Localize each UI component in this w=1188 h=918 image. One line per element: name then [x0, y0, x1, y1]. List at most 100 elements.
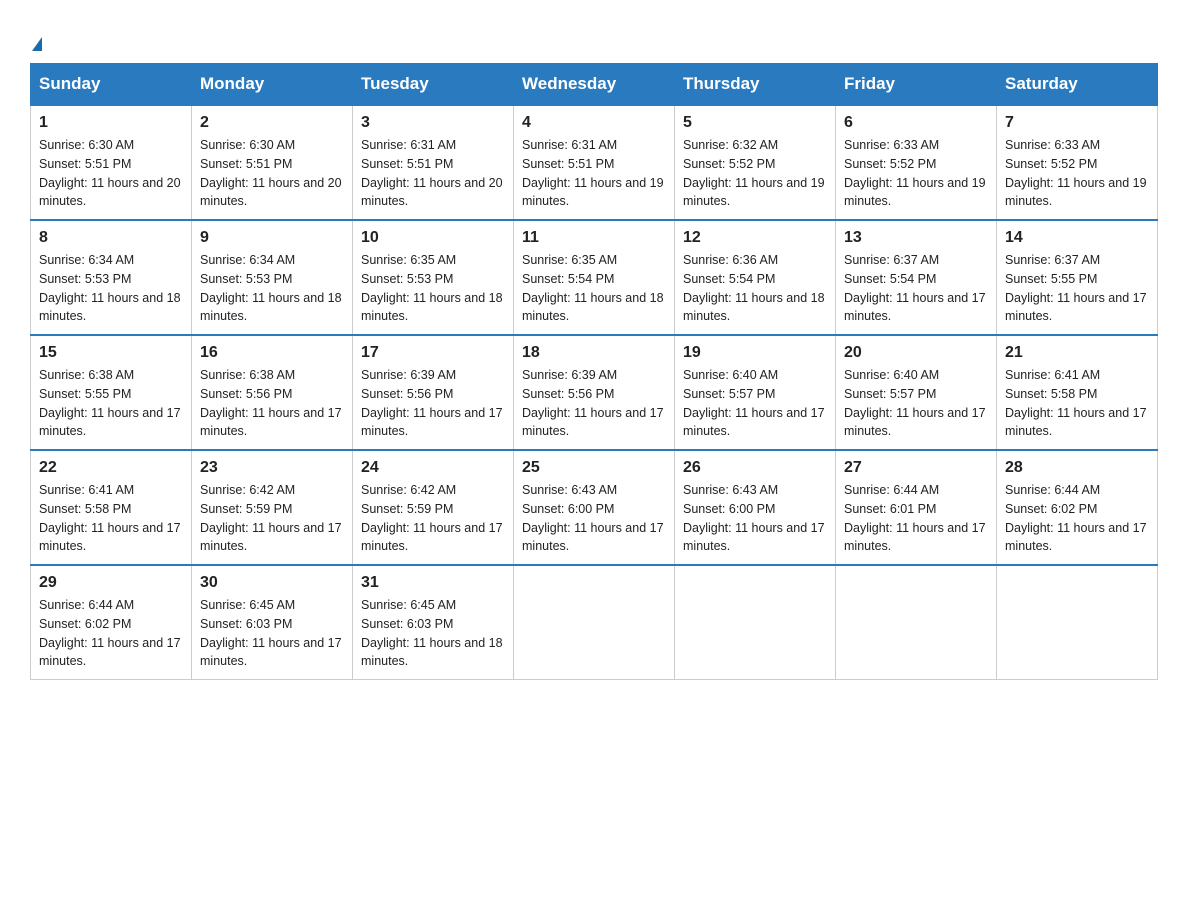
calendar-day-cell: 22 Sunrise: 6:41 AMSunset: 5:58 PMDayligh…	[31, 450, 192, 565]
day-sun-info: Sunrise: 6:31 AMSunset: 5:51 PMDaylight:…	[522, 136, 666, 211]
weekday-header-saturday: Saturday	[997, 64, 1158, 106]
calendar-day-cell: 25 Sunrise: 6:43 AMSunset: 6:00 PMDayligh…	[514, 450, 675, 565]
page-header	[30, 20, 1158, 53]
calendar-day-cell: 29Sunrise: 6:44 AMSunset: 6:02 PMDayligh…	[31, 565, 192, 680]
day-sun-info: Sunrise: 6:38 AMSunset: 5:55 PMDaylight:…	[39, 366, 183, 441]
day-number: 25	[522, 459, 666, 477]
day-number: 19	[683, 344, 827, 362]
day-sun-info: Sunrise: 6:35 AMSunset: 5:53 PMDaylight:…	[361, 251, 505, 326]
calendar-day-cell: 30 Sunrise: 6:45 AMSunset: 6:03 PMDayligh…	[192, 565, 353, 680]
day-number: 20	[844, 344, 988, 362]
day-sun-info: Sunrise: 6:34 AMSunset: 5:53 PMDaylight:…	[200, 251, 344, 326]
day-sun-info: Sunrise: 6:43 AMSunset: 6:00 PMDaylight:…	[522, 481, 666, 556]
day-number: 18	[522, 344, 666, 362]
weekday-header-sunday: Sunday	[31, 64, 192, 106]
day-number: 26	[683, 459, 827, 477]
day-sun-info: Sunrise: 6:45 AMSunset: 6:03 PMDaylight:…	[200, 596, 344, 671]
day-sun-info: Sunrise: 6:36 AMSunset: 5:54 PMDaylight:…	[683, 251, 827, 326]
day-number: 7	[1005, 114, 1149, 132]
calendar-day-cell: 9 Sunrise: 6:34 AMSunset: 5:53 PMDaylight…	[192, 220, 353, 335]
day-number: 14	[1005, 229, 1149, 247]
calendar-day-cell: 12 Sunrise: 6:36 AMSunset: 5:54 PMDayligh…	[675, 220, 836, 335]
calendar-day-cell: 8 Sunrise: 6:34 AMSunset: 5:53 PMDaylight…	[31, 220, 192, 335]
calendar-day-cell: 17Sunrise: 6:39 AMSunset: 5:56 PMDayligh…	[353, 335, 514, 450]
logo-top	[30, 25, 42, 53]
weekday-header-friday: Friday	[836, 64, 997, 106]
day-sun-info: Sunrise: 6:31 AMSunset: 5:51 PMDaylight:…	[361, 136, 505, 211]
day-sun-info: Sunrise: 6:33 AMSunset: 5:52 PMDaylight:…	[844, 136, 988, 211]
weekday-header-wednesday: Wednesday	[514, 64, 675, 106]
day-number: 12	[683, 229, 827, 247]
day-sun-info: Sunrise: 6:33 AMSunset: 5:52 PMDaylight:…	[1005, 136, 1149, 211]
calendar-day-cell: 13Sunrise: 6:37 AMSunset: 5:54 PMDayligh…	[836, 220, 997, 335]
day-sun-info: Sunrise: 6:42 AMSunset: 5:59 PMDaylight:…	[200, 481, 344, 556]
day-number: 22	[39, 459, 183, 477]
day-sun-info: Sunrise: 6:43 AMSunset: 6:00 PMDaylight:…	[683, 481, 827, 556]
calendar-day-cell: 1 Sunrise: 6:30 AMSunset: 5:51 PMDaylight…	[31, 105, 192, 220]
weekday-header-monday: Monday	[192, 64, 353, 106]
weekday-header-thursday: Thursday	[675, 64, 836, 106]
day-number: 23	[200, 459, 344, 477]
calendar-day-cell	[997, 565, 1158, 680]
day-number: 31	[361, 574, 505, 592]
day-sun-info: Sunrise: 6:44 AMSunset: 6:02 PMDaylight:…	[39, 596, 183, 671]
calendar-table: SundayMondayTuesdayWednesdayThursdayFrid…	[30, 63, 1158, 680]
calendar-day-cell: 16 Sunrise: 6:38 AMSunset: 5:56 PMDayligh…	[192, 335, 353, 450]
day-number: 16	[200, 344, 344, 362]
calendar-week-row: 22 Sunrise: 6:41 AMSunset: 5:58 PMDayligh…	[31, 450, 1158, 565]
day-sun-info: Sunrise: 6:41 AMSunset: 5:58 PMDaylight:…	[39, 481, 183, 556]
calendar-day-cell: 4 Sunrise: 6:31 AMSunset: 5:51 PMDaylight…	[514, 105, 675, 220]
weekday-header-row: SundayMondayTuesdayWednesdayThursdayFrid…	[31, 64, 1158, 106]
day-number: 10	[361, 229, 505, 247]
day-number: 27	[844, 459, 988, 477]
day-number: 24	[361, 459, 505, 477]
logo-triangle-icon	[32, 37, 42, 51]
calendar-day-cell	[675, 565, 836, 680]
calendar-day-cell	[514, 565, 675, 680]
day-number: 9	[200, 229, 344, 247]
calendar-week-row: 15 Sunrise: 6:38 AMSunset: 5:55 PMDayligh…	[31, 335, 1158, 450]
day-number: 11	[522, 229, 666, 247]
day-number: 15	[39, 344, 183, 362]
calendar-day-cell: 14 Sunrise: 6:37 AMSunset: 5:55 PMDayligh…	[997, 220, 1158, 335]
calendar-day-cell: 7 Sunrise: 6:33 AMSunset: 5:52 PMDaylight…	[997, 105, 1158, 220]
calendar-day-cell: 2 Sunrise: 6:30 AMSunset: 5:51 PMDaylight…	[192, 105, 353, 220]
day-sun-info: Sunrise: 6:41 AMSunset: 5:58 PMDaylight:…	[1005, 366, 1149, 441]
day-sun-info: Sunrise: 6:44 AMSunset: 6:01 PMDaylight:…	[844, 481, 988, 556]
day-number: 1	[39, 114, 183, 132]
day-sun-info: Sunrise: 6:42 AMSunset: 5:59 PMDaylight:…	[361, 481, 505, 556]
calendar-day-cell: 31 Sunrise: 6:45 AMSunset: 6:03 PMDayligh…	[353, 565, 514, 680]
day-sun-info: Sunrise: 6:32 AMSunset: 5:52 PMDaylight:…	[683, 136, 827, 211]
calendar-day-cell: 10 Sunrise: 6:35 AMSunset: 5:53 PMDayligh…	[353, 220, 514, 335]
day-sun-info: Sunrise: 6:30 AMSunset: 5:51 PMDaylight:…	[200, 136, 344, 211]
calendar-day-cell	[836, 565, 997, 680]
calendar-day-cell: 24 Sunrise: 6:42 AMSunset: 5:59 PMDayligh…	[353, 450, 514, 565]
calendar-week-row: 29Sunrise: 6:44 AMSunset: 6:02 PMDayligh…	[31, 565, 1158, 680]
day-sun-info: Sunrise: 6:38 AMSunset: 5:56 PMDaylight:…	[200, 366, 344, 441]
calendar-day-cell: 18 Sunrise: 6:39 AMSunset: 5:56 PMDayligh…	[514, 335, 675, 450]
calendar-week-row: 8 Sunrise: 6:34 AMSunset: 5:53 PMDaylight…	[31, 220, 1158, 335]
day-number: 8	[39, 229, 183, 247]
day-sun-info: Sunrise: 6:39 AMSunset: 5:56 PMDaylight:…	[522, 366, 666, 441]
calendar-day-cell: 15 Sunrise: 6:38 AMSunset: 5:55 PMDayligh…	[31, 335, 192, 450]
logo	[30, 20, 42, 53]
day-number: 4	[522, 114, 666, 132]
day-number: 30	[200, 574, 344, 592]
day-number: 3	[361, 114, 505, 132]
calendar-day-cell: 23 Sunrise: 6:42 AMSunset: 5:59 PMDayligh…	[192, 450, 353, 565]
day-number: 21	[1005, 344, 1149, 362]
day-number: 2	[200, 114, 344, 132]
calendar-day-cell: 21 Sunrise: 6:41 AMSunset: 5:58 PMDayligh…	[997, 335, 1158, 450]
day-sun-info: Sunrise: 6:39 AMSunset: 5:56 PMDaylight:…	[361, 366, 505, 441]
day-sun-info: Sunrise: 6:37 AMSunset: 5:55 PMDaylight:…	[1005, 251, 1149, 326]
day-sun-info: Sunrise: 6:30 AMSunset: 5:51 PMDaylight:…	[39, 136, 183, 211]
calendar-day-cell: 26 Sunrise: 6:43 AMSunset: 6:00 PMDayligh…	[675, 450, 836, 565]
calendar-day-cell: 20Sunrise: 6:40 AMSunset: 5:57 PMDayligh…	[836, 335, 997, 450]
calendar-week-row: 1 Sunrise: 6:30 AMSunset: 5:51 PMDaylight…	[31, 105, 1158, 220]
calendar-day-cell: 28Sunrise: 6:44 AMSunset: 6:02 PMDayligh…	[997, 450, 1158, 565]
day-sun-info: Sunrise: 6:45 AMSunset: 6:03 PMDaylight:…	[361, 596, 505, 671]
day-sun-info: Sunrise: 6:35 AMSunset: 5:54 PMDaylight:…	[522, 251, 666, 326]
day-number: 13	[844, 229, 988, 247]
day-sun-info: Sunrise: 6:34 AMSunset: 5:53 PMDaylight:…	[39, 251, 183, 326]
day-number: 5	[683, 114, 827, 132]
